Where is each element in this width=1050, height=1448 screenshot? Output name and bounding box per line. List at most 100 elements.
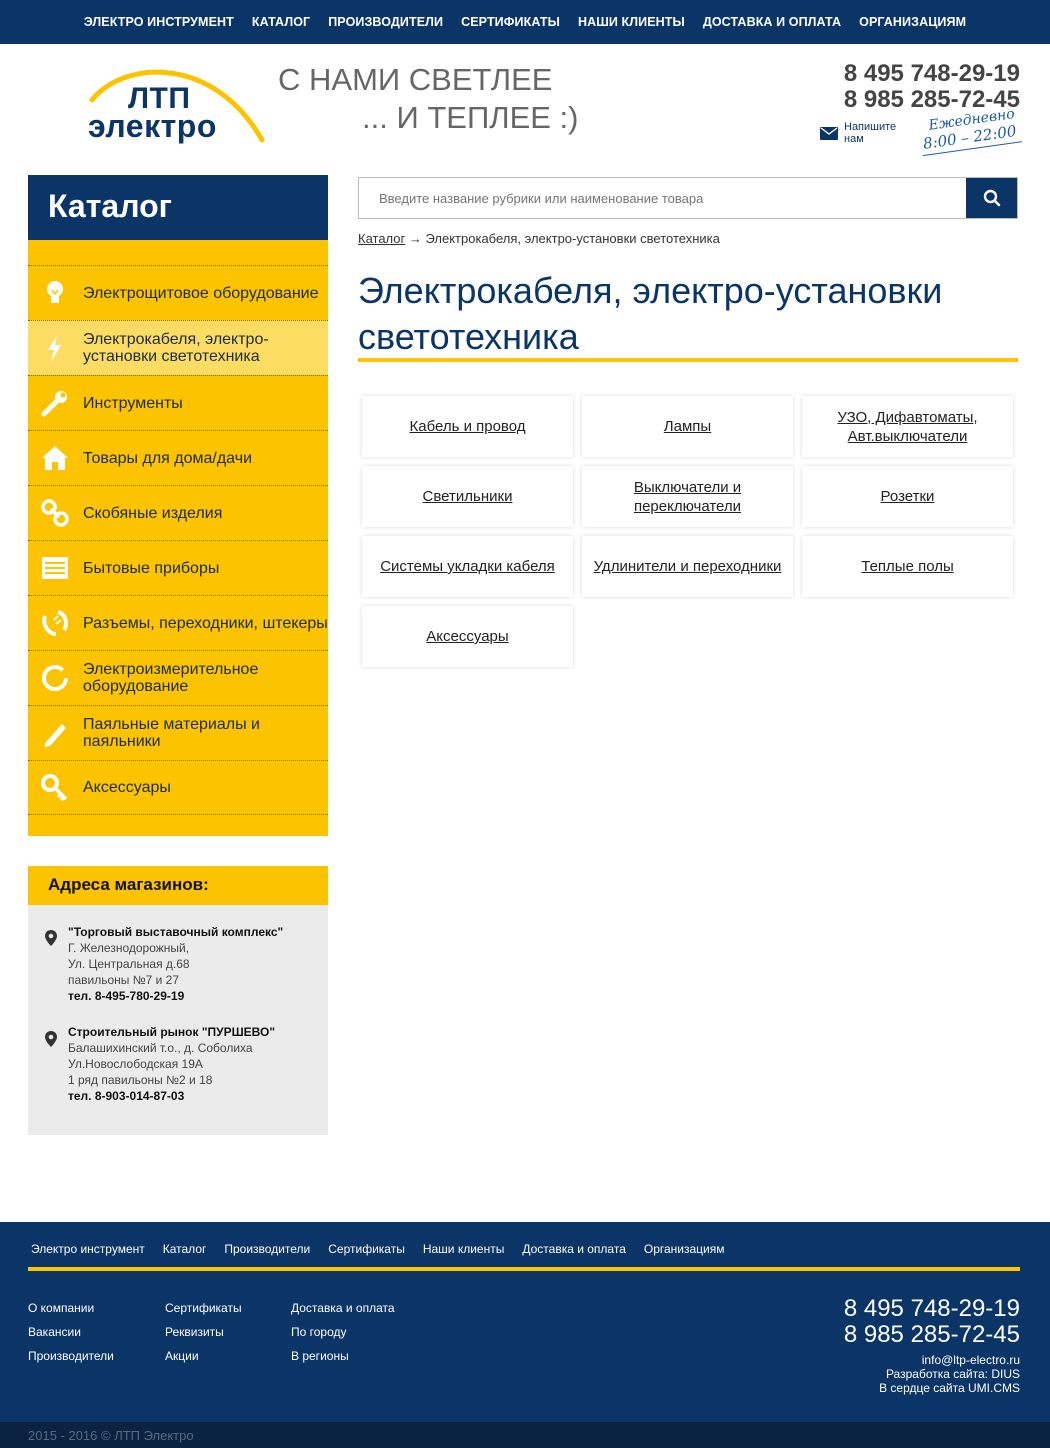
catalog-item[interactable]: Товары для дома/дачи [28,430,328,485]
footer-link[interactable]: Вакансии [28,1320,114,1344]
footer-link[interactable]: Акции [165,1344,242,1368]
category-card[interactable]: Розетки [802,466,1013,527]
footer-link[interactable]: Доставка и оплата [291,1296,395,1320]
topnav-item[interactable]: ПРОИЗВОДИТЕЛИ [328,15,443,29]
topnav-item[interactable]: ЭЛЕКТРО ИНСТРУМЕНТ [84,15,234,29]
search-bar [358,177,1018,219]
breadcrumb-root-link[interactable]: Каталог [358,231,405,246]
stores-list: "Торговый выставочный комплекс" Г. Желез… [28,905,328,1135]
pencil-icon [44,724,66,747]
page-title: Электрокабеля, электро-установки светоте… [358,270,943,357]
copyright: 2015 - 2016 © ЛТП Электро [0,1422,1050,1448]
catalog-item[interactable]: Аксессуары [28,760,328,815]
logo-text: электро [88,108,217,144]
footer-phone[interactable]: 8 495 748-29-19 [844,1295,1020,1323]
footer-divider [28,1267,1020,1271]
catalog-item[interactable]: Скобяные изделия [28,485,328,540]
store-phone[interactable]: тел. 8-903-014-87-03 [68,1088,275,1104]
catalog-item[interactable]: Бытовые приборы [28,540,328,595]
footer-info: info@ltp-electro.ru Разработка сайта: DI… [879,1353,1020,1395]
footer-dev[interactable]: Разработка сайта: DIUS [879,1367,1020,1381]
lightning-icon [48,335,61,362]
slogan: С НАМИ СВЕТЛЕЕ [278,62,553,97]
store-line: Ул. Центральная д.68 [68,957,190,971]
catalog-item-label: Паяльные материалы и паяльники [83,716,260,750]
search-button[interactable] [966,178,1017,218]
store-line: 1 ряд павильоны №2 и 18 [68,1073,213,1087]
footer-nav-link[interactable]: Производители [224,1242,310,1256]
footer-link[interactable]: Сертификаты [165,1296,242,1320]
catalog-item-label: Электрокабеля, электро-установки светоте… [83,331,269,365]
stores-title: Адреса магазинов: [28,866,328,905]
catalog-item[interactable]: Электрощитовое оборудование [28,265,328,320]
store-name: Строительный рынок "ПУРШЕВО" [68,1025,276,1039]
footer-nav-link[interactable]: Организациям [644,1242,725,1256]
category-card[interactable]: Лампы [582,396,793,457]
footer-nav-link[interactable]: Каталог [163,1242,207,1256]
catalog-item[interactable]: Паяльные материалы и паяльники [28,705,328,760]
breadcrumb: Каталог → Электрокабеля, электро-установ… [358,231,720,246]
write-us-link[interactable]: Напишите нам [820,121,904,145]
category-card[interactable]: Аксессуары [362,606,573,667]
catalog-item[interactable]: Электроизмерительное оборудование [28,650,328,705]
footer-column: Доставка и оплата По городу В регионы [291,1296,395,1368]
footer-link[interactable]: Реквизиты [165,1320,242,1344]
search-input[interactable] [359,178,966,218]
footer-nav: Электро инструмент Каталог Производители… [31,1242,725,1256]
footer-cms[interactable]: В сердце сайта UMI.CMS [879,1381,1020,1395]
title-underline [358,358,1018,362]
footer-nav-link[interactable]: Электро инструмент [31,1242,145,1256]
catalog-item-label: Аксессуары [83,779,171,796]
catalog-item-active[interactable]: Электрокабеля, электро-установки светоте… [28,320,328,375]
store-line: Балашихинский т.о., д. Соболиха [68,1041,253,1055]
category-card[interactable]: УЗО, Дифавтоматы, Авт.выключатели [802,396,1013,457]
category-card[interactable]: Светильники [362,466,573,527]
store-line: Ул.Новослободская 19А [68,1057,203,1071]
connector-icon [42,610,68,636]
footer-link[interactable]: Производители [28,1344,114,1368]
footer-nav-link[interactable]: Наши клиенты [423,1242,505,1256]
appliance-icon [42,557,68,579]
catalog-item-label: Электрощитовое оборудование [83,284,319,302]
footer-link[interactable]: В регионы [291,1344,395,1368]
category-card[interactable]: Удлинители и переходники [582,536,793,597]
write-us-label: Напишите нам [844,121,897,145]
store-address: Строительный рынок "ПУРШЕВО" Балашихинск… [68,1024,275,1104]
footer-link[interactable]: По городу [291,1320,395,1344]
map-pin-icon [45,1031,57,1047]
category-card[interactable]: Выключатели и переключатели [582,466,793,527]
catalog-item-label: Электроизмерительное оборудование [83,661,259,695]
breadcrumb-current: Электрокабеля, электро-установки светоте… [425,231,720,246]
catalog-item[interactable]: Разъемы, переходники, штекеры [28,595,328,650]
wrench-icon [41,391,67,417]
catalog-item[interactable]: Инструменты [28,375,328,430]
category-card[interactable]: Теплые полы [802,536,1013,597]
footer-email[interactable]: info@ltp-electro.ru [879,1353,1020,1367]
footer-phone[interactable]: 8 985 285-72-45 [844,1321,1020,1349]
topnav-item[interactable]: ОРГАНИЗАЦИЯМ [859,15,966,29]
store-phone[interactable]: тел. 8-495-780-29-19 [68,988,283,1004]
catalog-item-label: Бытовые приборы [83,559,220,577]
topnav-item[interactable]: СЕРТИФИКАТЫ [461,15,560,29]
footer-column: О компании Вакансии Производители [28,1296,114,1368]
footer-nav-link[interactable]: Сертификаты [328,1242,405,1256]
header-phone[interactable]: 8 495 748-29-19 [844,60,1020,88]
topnav-item[interactable]: НАШИ КЛИЕНТЫ [578,15,685,29]
catalog-item-label: Товары для дома/дачи [83,449,252,467]
footer-link[interactable]: О компании [28,1296,114,1320]
footer-column: Сертификаты Реквизиты Акции [165,1296,242,1368]
catalog-menu: Электрощитовое оборудование Электрокабел… [28,240,328,836]
catalog-item-label: Инструменты [83,394,183,412]
category-card[interactable]: Кабель и провод [362,396,573,457]
topnav-item[interactable]: ДОСТАВКА И ОПЛАТА [703,15,841,29]
breadcrumb-separator: → [405,231,426,246]
key-icon [41,774,68,802]
catalog-title: Каталог [28,175,328,240]
logo[interactable]: ЛТП электро [84,60,269,150]
topnav-item[interactable]: КАТАЛОГ [252,15,310,29]
bulb-icon [47,281,63,303]
footer-nav-link[interactable]: Доставка и оплата [522,1242,626,1256]
gauge-icon [42,665,68,691]
catalog-item-label: Скобяные изделия [83,504,223,522]
category-card[interactable]: Системы укладки кабеля [362,536,573,597]
